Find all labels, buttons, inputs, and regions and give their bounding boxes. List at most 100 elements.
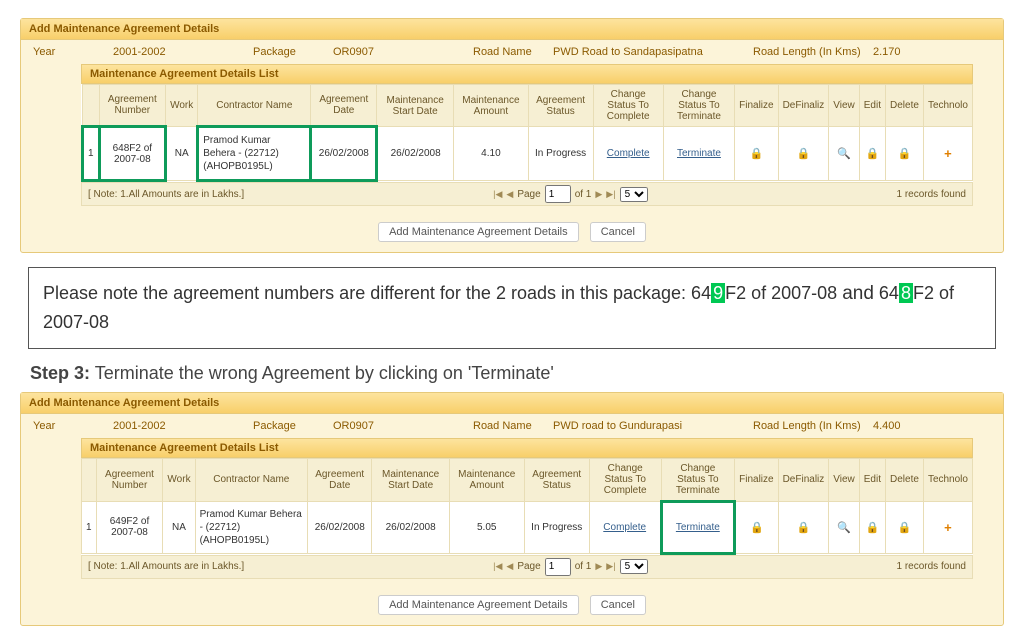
definalize-icon[interactable]: 🔒	[778, 127, 829, 181]
cell-sn-2: 1	[82, 501, 97, 553]
table-header-2: Agreement NumberWorkContractor NameAgree…	[82, 458, 973, 501]
col-term: Change Status To Terminate	[663, 85, 734, 127]
col-sn	[83, 85, 100, 127]
cell-agr-2: 649F2 of 2007-08	[96, 501, 163, 553]
note-box: Please note the agreement numbers are di…	[28, 267, 996, 349]
col-del: Delete	[886, 85, 924, 127]
prev-icon[interactable]: ◀	[506, 189, 513, 200]
road-value-2: PWD road to Gundurapasi	[553, 420, 753, 432]
add-button-2[interactable]: Add Maintenance Agreement Details	[378, 595, 579, 615]
col-view: View	[829, 85, 860, 127]
complete-link[interactable]: Complete	[593, 127, 663, 181]
edit-icon[interactable]: 🔒	[859, 127, 885, 181]
col-adate: Agreement Date	[311, 85, 377, 127]
package-label: Package	[253, 46, 333, 58]
cancel-button-2[interactable]: Cancel	[590, 595, 646, 615]
records-found-2: 1 records found	[897, 561, 967, 572]
complete-link-2[interactable]: Complete	[589, 501, 661, 553]
year-value: 2001-2002	[113, 46, 253, 58]
col-status: Agreement Status	[528, 85, 593, 127]
tech-icon[interactable]: +	[923, 127, 972, 181]
cell-sdate: 26/02/2008	[377, 127, 454, 181]
cell-work-2: NA	[163, 501, 195, 553]
footer-row: [ Note: 1.All Amounts are in Lakhs.] |◀ …	[81, 182, 973, 206]
package-value: OR0907	[333, 46, 473, 58]
length-value: 2.170	[873, 46, 901, 58]
year-label: Year	[33, 46, 113, 58]
col-fin: Finalize	[735, 85, 778, 127]
terminate-link[interactable]: Terminate	[663, 127, 734, 181]
cell-status: In Progress	[528, 127, 593, 181]
panel-title-2: Add Maintenance Agreement Details	[21, 393, 1003, 414]
terminate-link-2[interactable]: Terminate	[661, 501, 735, 553]
step-line: Step 3: Terminate the wrong Agreement by…	[30, 363, 994, 384]
button-row-2: Add Maintenance Agreement Details Cancel	[21, 587, 1003, 625]
table-row-2: 1 649F2 of 2007-08 NA Pramod Kumar Beher…	[82, 501, 973, 553]
finalize-icon-2[interactable]: 🔒	[735, 501, 778, 553]
cell-contr-2: Pramod Kumar Behera - (22712)(AHOPB0195L…	[195, 501, 307, 553]
delete-icon-2[interactable]: 🔒	[886, 501, 924, 553]
cell-sdate-2: 26/02/2008	[372, 501, 449, 553]
prev-icon-2[interactable]: ◀	[506, 561, 513, 572]
road-value: PWD Road to Sandapasipatna	[553, 46, 753, 58]
page-input-2[interactable]	[545, 558, 571, 576]
next-icon[interactable]: ▶	[595, 189, 602, 200]
list-title-2: Maintenance Agreement Details List	[81, 438, 973, 458]
col-edit: Edit	[859, 85, 885, 127]
cell-agr: 648F2 of 2007-08	[99, 127, 166, 181]
length-label-2: Road Length (In Kms)	[753, 420, 873, 432]
cell-work: NA	[166, 127, 198, 181]
list-container: Maintenance Agreement Details List Agree…	[81, 64, 973, 206]
package-label-2: Package	[253, 420, 333, 432]
length-label: Road Length (In Kms)	[753, 46, 873, 58]
msg-and: and	[842, 283, 874, 304]
cell-adate-2: 26/02/2008	[308, 501, 372, 553]
cell-contr: Pramod Kumar Behera - (22712)(AHOPB0195L…	[198, 127, 311, 181]
add-button[interactable]: Add Maintenance Agreement Details	[378, 222, 579, 242]
of-label: of 1	[575, 189, 592, 200]
col-contr: Contractor Name	[198, 85, 311, 127]
note-text: [ Note: 1.All Amounts are in Lakhs.]	[88, 189, 244, 200]
msg-c: 64	[874, 283, 899, 303]
list-title: Maintenance Agreement Details List	[81, 64, 973, 84]
page-input[interactable]	[545, 185, 571, 203]
road-label-2: Road Name	[473, 420, 553, 432]
step-text: Terminate the wrong Agreement by clickin…	[90, 363, 554, 383]
col-tech: Technolo	[923, 85, 972, 127]
highlight-2: 8	[899, 283, 913, 303]
last-icon[interactable]: ▶|	[606, 189, 615, 200]
agreement-table-2: Agreement NumberWorkContractor NameAgree…	[81, 458, 973, 555]
first-icon[interactable]: |◀	[493, 189, 502, 200]
tech-icon-2[interactable]: +	[923, 501, 972, 553]
first-icon-2[interactable]: |◀	[493, 561, 502, 572]
msg-a: Please note the agreement numbers are di…	[43, 283, 711, 303]
next-icon-2[interactable]: ▶	[595, 561, 602, 572]
cell-amt: 4.10	[454, 127, 529, 181]
footer-row-2: [ Note: 1.All Amounts are in Lakhs.] |◀ …	[81, 555, 973, 579]
finalize-icon[interactable]: 🔒	[735, 127, 778, 181]
col-sdate: Maintenance Start Date	[377, 85, 454, 127]
step-label: Step 3:	[30, 363, 90, 383]
page-size[interactable]: 5	[620, 187, 648, 202]
list-container-2: Maintenance Agreement Details List Agree…	[81, 438, 973, 579]
agreement-table: Agreement Number Work Contractor Name Ag…	[81, 84, 973, 182]
msg-b: F2 of 2007-08	[725, 283, 842, 303]
pager-2: |◀ ◀ Page of 1 ▶ ▶| 5	[493, 558, 647, 576]
last-icon-2[interactable]: ▶|	[606, 561, 615, 572]
panel-title: Add Maintenance Agreement Details	[21, 19, 1003, 40]
col-comp: Change Status To Complete	[593, 85, 663, 127]
cancel-button[interactable]: Cancel	[590, 222, 646, 242]
year-value-2: 2001-2002	[113, 420, 253, 432]
view-icon[interactable]: 🔍	[829, 127, 860, 181]
page-size-2[interactable]: 5	[620, 559, 648, 574]
header-row-2: Year 2001-2002 Package OR0907 Road Name …	[21, 414, 1003, 438]
edit-icon-2[interactable]: 🔒	[859, 501, 885, 553]
definalize-icon-2[interactable]: 🔒	[778, 501, 829, 553]
col-agr: Agreement Number	[99, 85, 166, 127]
length-value-2: 4.400	[873, 420, 901, 432]
delete-icon[interactable]: 🔒	[886, 127, 924, 181]
view-icon-2[interactable]: 🔍	[829, 501, 860, 553]
col-work: Work	[166, 85, 198, 127]
year-label-2: Year	[33, 420, 113, 432]
pager: |◀ ◀ Page of 1 ▶ ▶| 5	[493, 185, 647, 203]
